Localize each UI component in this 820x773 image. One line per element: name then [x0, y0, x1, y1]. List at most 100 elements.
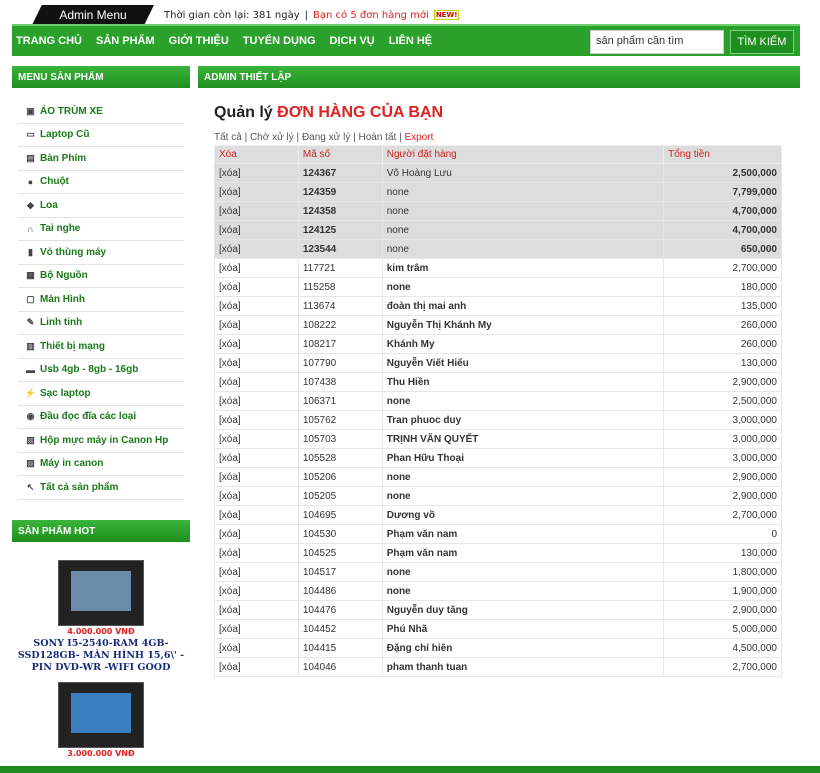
filter-pending[interactable]: Chờ xử lý: [250, 132, 294, 143]
sidebar-item[interactable]: ▣ ÁO TRÙM XE: [18, 100, 184, 124]
sidebar-item-label: Bộ Nguồn: [40, 270, 88, 282]
sidebar-item[interactable]: ✎ Linh tinh: [18, 311, 184, 335]
delete-link[interactable]: [xóa]: [214, 505, 299, 525]
customer-name: Nguyễn duy tăng: [381, 600, 665, 620]
keyboard-icon: ▤: [26, 152, 35, 163]
delete-link[interactable]: [xóa]: [214, 372, 299, 392]
delete-link[interactable]: [xóa]: [214, 315, 299, 335]
order-id: 124358: [297, 201, 383, 221]
sidebar-item[interactable]: ▤ Bàn Phím: [18, 147, 184, 171]
order-total: 130,000: [663, 353, 782, 373]
order-total: 2,500,000: [663, 163, 782, 183]
product-image[interactable]: [58, 560, 144, 626]
delete-link[interactable]: [xóa]: [214, 467, 299, 487]
delete-link[interactable]: [xóa]: [214, 220, 299, 240]
delete-link[interactable]: [xóa]: [214, 239, 299, 259]
disk-reader-icon: ◉: [26, 411, 35, 422]
sidebar-item[interactable]: ↖ Tất cả sản phẩm: [18, 476, 184, 500]
delete-link[interactable]: [xóa]: [214, 619, 299, 639]
delete-link[interactable]: [xóa]: [214, 600, 299, 620]
sidebar-item-label: Chuột: [40, 176, 69, 188]
filter-completed[interactable]: Hoàn tất: [358, 132, 396, 143]
delete-link[interactable]: [xóa]: [214, 562, 299, 582]
sidebar-item[interactable]: ● Chuột: [18, 170, 184, 194]
sidebar-item-label: Usb 4gb - 8gb - 16gb: [40, 364, 139, 376]
order-id: 104452: [297, 619, 383, 639]
table-row: [xóa] 106371 none 2,500,000: [214, 391, 782, 411]
usb-icon: ▬: [26, 364, 35, 375]
sidebar-item-label: Vỏ thùng máy: [40, 246, 107, 258]
delete-link[interactable]: [xóa]: [214, 353, 299, 373]
delete-link[interactable]: [xóa]: [214, 163, 299, 183]
filter-all[interactable]: Tất cả: [214, 132, 242, 143]
table-row: [xóa] 123544 none 650,000: [214, 239, 782, 259]
delete-link[interactable]: [xóa]: [214, 201, 299, 221]
delete-link[interactable]: [xóa]: [214, 486, 299, 506]
new-orders-link[interactable]: Bạn có 5 đơn hàng mới: [313, 10, 429, 21]
order-id: 104476: [297, 600, 383, 620]
delete-link[interactable]: [xóa]: [214, 410, 299, 430]
table-row: [xóa] 115258 none 180,000: [214, 277, 782, 297]
customer-name: Phan Hữu Thoại: [381, 448, 665, 468]
product-image[interactable]: [58, 682, 144, 748]
admin-menu-button[interactable]: Admin Menu: [32, 5, 154, 25]
order-id: 105205: [297, 486, 383, 506]
order-id: 113674: [297, 296, 383, 316]
table-row: [xóa] 104452 Phú Nhã 5,000,000: [214, 619, 782, 639]
sidebar-item[interactable]: ▢ Màn Hình: [18, 288, 184, 312]
nav-item-products[interactable]: SẢN PHẨM: [96, 35, 155, 47]
export-link[interactable]: Export: [404, 132, 433, 143]
nav-item-recruitment[interactable]: TUYỂN DỤNG: [243, 35, 316, 47]
sidebar-item[interactable]: ⚡ Sạc laptop: [18, 382, 184, 406]
search-input[interactable]: sản phẩm cần tìm: [590, 30, 724, 54]
nav-item-about[interactable]: GIỚI THIỆU: [169, 35, 229, 47]
sidebar-item-label: Tất cả sản phẩm: [40, 481, 119, 493]
delete-link[interactable]: [xóa]: [214, 581, 299, 601]
search-button[interactable]: TÌM KIẾM: [730, 30, 794, 54]
sidebar-item[interactable]: ▭ Laptop Cũ: [18, 123, 184, 147]
filter-processing[interactable]: Đang xử lý: [302, 132, 350, 143]
admin-settings-header: ADMIN THIẾT LẬP: [198, 66, 800, 88]
delete-link[interactable]: [xóa]: [214, 296, 299, 316]
delete-link[interactable]: [xóa]: [214, 543, 299, 563]
delete-link[interactable]: [xóa]: [214, 391, 299, 411]
table-row: [xóa] 107790 Nguyễn Viết Hiếu 130,000: [214, 353, 782, 373]
order-id: 107790: [297, 353, 383, 373]
delete-link[interactable]: [xóa]: [214, 657, 299, 677]
nav-item-contact[interactable]: LIÊN HỆ: [389, 35, 432, 47]
column-header: Người đặt hàng: [381, 145, 665, 164]
order-total: 2,900,000: [663, 372, 782, 392]
delete-link[interactable]: [xóa]: [214, 277, 299, 297]
sidebar-item[interactable]: ▥ Thiết bị mạng: [18, 335, 184, 359]
order-id: 124367: [297, 163, 383, 183]
nav-item-services[interactable]: DỊCH VỤ: [330, 35, 375, 47]
delete-link[interactable]: [xóa]: [214, 182, 299, 202]
table-row: [xóa] 104517 none 1,800,000: [214, 562, 782, 582]
sidebar-item-label: Linh tinh: [40, 317, 83, 329]
sidebar-item-label: Loa: [40, 199, 58, 211]
customer-name: none: [381, 467, 665, 487]
product-name[interactable]: SONY I5-2540-RAM 4GB-SSD128GB- MÀN HÌNH …: [14, 638, 188, 674]
delete-link[interactable]: [xóa]: [214, 448, 299, 468]
sidebar-item[interactable]: ∩ Tai nghe: [18, 217, 184, 241]
table-row: [xóa] 104046 pham thanh tuan 2,700,000: [214, 657, 782, 677]
sidebar-item[interactable]: ◉ Đầu đọc đĩa các loại: [18, 405, 184, 429]
order-total: 3,000,000: [663, 448, 782, 468]
sidebar-item[interactable]: ▬ Usb 4gb - 8gb - 16gb: [18, 358, 184, 382]
delete-link[interactable]: [xóa]: [214, 334, 299, 354]
sidebar-item[interactable]: ▨ Máy in canon: [18, 452, 184, 476]
sidebar-item[interactable]: ▦ Bộ Nguồn: [18, 264, 184, 288]
delete-link[interactable]: [xóa]: [214, 258, 299, 278]
sidebar-item[interactable]: ◆ Loa: [18, 194, 184, 218]
delete-link[interactable]: [xóa]: [214, 638, 299, 658]
nav-item-home[interactable]: TRANG CHỦ: [16, 35, 82, 47]
customer-name: none: [381, 486, 665, 506]
order-total: 2,700,000: [663, 657, 782, 677]
case-icon: ▮: [28, 246, 33, 257]
order-id: 105703: [297, 429, 383, 449]
delete-link[interactable]: [xóa]: [214, 429, 299, 449]
customer-name: none: [381, 391, 665, 411]
delete-link[interactable]: [xóa]: [214, 524, 299, 544]
sidebar-item[interactable]: ▮ Vỏ thùng máy: [18, 241, 184, 265]
sidebar-item[interactable]: ▧ Hộp mực máy in Canon Hp: [18, 429, 184, 453]
